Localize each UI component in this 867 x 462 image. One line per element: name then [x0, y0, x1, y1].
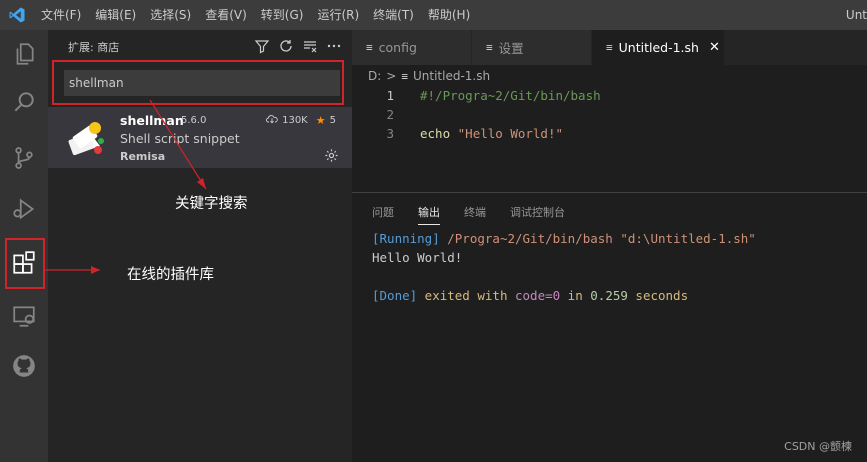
panel-tabs: 问题 输出 终端 调试控制台 [352, 193, 867, 231]
github-icon[interactable] [0, 342, 48, 390]
clear-results-icon[interactable] [302, 38, 318, 57]
menu-selection[interactable]: 选择(S) [143, 0, 198, 30]
extension-rating: 5 [329, 115, 336, 126]
code-line: 1 #!/Progra~2/Git/bin/bash [352, 86, 867, 105]
extension-downloads: 130K [282, 115, 308, 126]
output-tag: [Running] [372, 231, 440, 246]
output-time: 0.259 [590, 288, 628, 303]
title-bar: 文件(F) 编辑(E) 选择(S) 查看(V) 转到(G) 运行(R) 终端(T… [0, 0, 867, 30]
code-line: 3 echo "Hello World!" [352, 124, 867, 143]
search-highlight-box [52, 60, 344, 105]
code-command: echo [420, 126, 451, 141]
tab-label: 设置 [498, 41, 524, 56]
output-log[interactable]: [Running] /Progra~2/Git/bin/bash "d:\Unt… [352, 231, 867, 307]
code-editor[interactable]: 1 #!/Progra~2/Git/bin/bash 2 3 echo "Hel… [352, 86, 867, 143]
annotation-store-label: 在线的插件库 [127, 267, 214, 283]
tab-output[interactable]: 输出 [418, 204, 440, 225]
code-line: 2 [352, 105, 867, 124]
menu-terminal[interactable]: 终端(T) [366, 0, 421, 30]
bottom-panel: 问题 输出 终端 调试控制台 [Running] /Progra~2/Git/b… [352, 192, 867, 462]
explorer-icon[interactable] [0, 30, 48, 78]
output-path: "d:\Untitled-1.sh" [620, 231, 756, 246]
menu-run[interactable]: 运行(R) [310, 0, 366, 30]
extension-version: 5.6.0 [181, 115, 207, 126]
output-tag: [Done] [372, 288, 418, 303]
menu-bar: 文件(F) 编辑(E) 选择(S) 查看(V) 转到(G) 运行(R) 终端(T… [34, 0, 477, 30]
extension-author: Remisa [120, 150, 166, 163]
line-number: 2 [386, 107, 394, 122]
output-line-empty [372, 269, 867, 288]
tab-debug-console[interactable]: 调试控制台 [510, 204, 565, 220]
breadcrumb-file[interactable]: Untitled-1.sh [413, 69, 490, 83]
tab-label: config [378, 40, 417, 55]
sidebar-header: 扩展: 商店 [48, 30, 352, 64]
output-code: code=0 [515, 288, 561, 303]
sidebar-title: 扩展: 商店 [68, 41, 120, 54]
output-text: seconds [627, 288, 689, 303]
cloud-download-icon [266, 114, 278, 127]
code-string: "Hello World!" [457, 126, 563, 141]
breadcrumb-drive[interactable]: D: [368, 69, 381, 83]
editor-tabs: ≡ config ≡ 设置 ≡ Untitled-1.sh ✕ [352, 30, 867, 65]
watermark: CSDN @颤楝 [784, 440, 852, 453]
file-lines-icon: ≡ [486, 41, 493, 54]
remote-explorer-icon[interactable] [0, 292, 48, 340]
extension-name: shellman [120, 113, 184, 128]
search-icon[interactable] [0, 78, 48, 126]
file-lines-icon: ≡ [606, 41, 613, 54]
close-icon[interactable]: ✕ [709, 40, 720, 55]
star-icon: ★ [315, 114, 326, 127]
line-number: 3 [386, 126, 394, 141]
menu-view[interactable]: 查看(V) [198, 0, 254, 30]
extension-list-item[interactable]: shellman 5.6.0 130K ★ 5 Shell script sni… [48, 107, 352, 168]
sidebar-actions [254, 30, 342, 64]
breadcrumb-separator: > [386, 69, 397, 83]
run-debug-icon[interactable] [0, 185, 48, 233]
tab-config[interactable]: ≡ config [352, 30, 472, 65]
menu-help[interactable]: 帮助(H) [421, 0, 477, 30]
output-text: in [560, 288, 591, 303]
more-actions-icon[interactable] [326, 38, 342, 57]
output-text: exited with [417, 288, 515, 303]
file-lines-icon: ≡ [366, 41, 373, 54]
code-text: #!/Progra~2/Git/bin/bash [420, 88, 601, 103]
source-control-icon[interactable] [0, 134, 48, 182]
menu-edit[interactable]: 编辑(E) [88, 0, 143, 30]
menu-go[interactable]: 转到(G) [254, 0, 311, 30]
output-command: /Progra~2/Git/bin/bash [439, 231, 621, 246]
annotation-search-label: 关键字搜索 [175, 196, 248, 212]
tab-terminal[interactable]: 终端 [464, 204, 486, 220]
extensions-highlight-box [5, 238, 45, 289]
output-line: [Done] exited with code=0 in 0.259 secon… [372, 288, 867, 307]
tab-untitled-1[interactable]: ≡ Untitled-1.sh ✕ [592, 30, 725, 65]
refresh-icon[interactable] [278, 38, 294, 57]
filter-icon[interactable] [254, 38, 270, 57]
extension-stats: 130K ★ 5 [266, 114, 336, 127]
breadcrumb: D: > ≡ Untitled-1.sh [352, 66, 490, 86]
extension-description: Shell script snippet [120, 131, 240, 146]
gear-icon[interactable] [324, 148, 339, 163]
tab-problems[interactable]: 问题 [372, 204, 394, 220]
output-line: Hello World! [372, 250, 463, 265]
menu-file[interactable]: 文件(F) [34, 0, 88, 30]
tab-settings[interactable]: ≡ 设置 [472, 30, 592, 65]
tab-label: Untitled-1.sh [618, 40, 699, 55]
window-title: Unt [845, 8, 867, 22]
file-lines-icon: ≡ [401, 69, 408, 83]
vscode-logo-icon [0, 0, 34, 30]
output-line: [Running] /Progra~2/Git/bin/bash "d:\Unt… [372, 231, 867, 250]
line-number: 1 [386, 88, 394, 103]
shellman-logo-icon [64, 116, 108, 160]
